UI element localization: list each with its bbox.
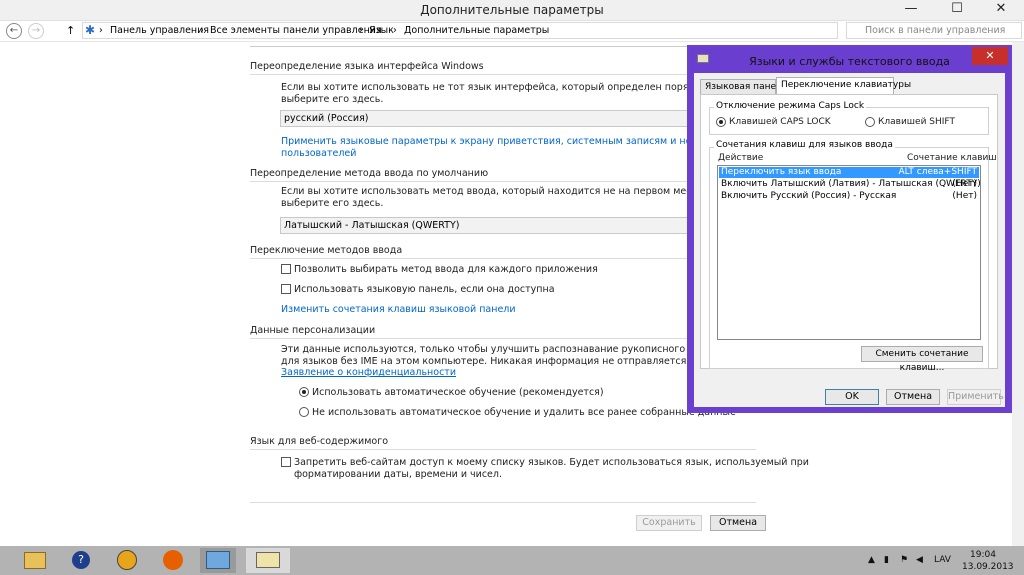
dialog-body: Языковая панель Переключение клавиатуры … [694, 73, 1005, 407]
window-title: Дополнительные параметры [420, 3, 604, 17]
back-button[interactable]: ← [6, 23, 22, 39]
divider [250, 181, 690, 182]
input-method-select[interactable]: Латышский - Латышская (QWERTY) [280, 217, 688, 234]
divider [250, 502, 756, 503]
breadcrumb-control-panel[interactable]: Панель управления [110, 25, 209, 36]
auto-learning-label: Использовать автоматическое обучение (ре… [312, 387, 604, 398]
divider [250, 449, 756, 450]
ui-override-desc-2: выберите его здесь. [281, 94, 384, 105]
privacy-link[interactable]: Заявление о конфиденциальности [281, 367, 456, 378]
col-keys-header: Сочетание клавиш [907, 153, 997, 163]
apply-welcome-link-2[interactable]: пользователей [281, 148, 356, 159]
window-titlebar: Дополнительные параметры — ☐ ✕ [0, 0, 1024, 21]
breadcrumb-all-items[interactable]: Все элементы панели управления [210, 25, 382, 36]
breadcrumb-separator: › [393, 25, 397, 36]
hotkey-keys: (Нет) [952, 179, 977, 189]
input-override-desc-2: выберите его здесь. [281, 198, 384, 209]
ui-language-select[interactable]: русский (Россия) [280, 110, 688, 127]
auto-learning-radio[interactable] [299, 387, 309, 397]
change-hotkey-button[interactable]: Сменить сочетание клавиш... [861, 346, 983, 373]
close-button[interactable]: ✕ [978, 0, 1024, 20]
globe-icon[interactable] [112, 548, 142, 573]
breadcrumb-separator: › [200, 25, 204, 36]
address-bar[interactable]: ✱ › Панель управления › Все элементы пан… [82, 22, 838, 39]
web-language-heading: Язык для веб-содержимого [250, 436, 389, 447]
shift-key-radio[interactable] [865, 117, 875, 127]
input-override-heading: Переопределение метода ввода по умолчани… [250, 168, 489, 179]
list-item[interactable]: Включить Русский (Россия) - Русская (Нет… [719, 191, 979, 202]
web-language-label-2: форматировании даты, времени и чисел. [294, 469, 502, 480]
divider [250, 338, 690, 339]
hotkey-action: Переключить язык ввода [721, 167, 842, 177]
breadcrumb-advanced[interactable]: Дополнительные параметры [404, 25, 549, 36]
personalization-heading: Данные персонализации [250, 325, 376, 336]
divider [250, 46, 690, 47]
divider [250, 258, 690, 259]
language-indicator[interactable]: LAV [934, 555, 951, 565]
language-bar-checkbox[interactable] [281, 284, 291, 294]
navigation-bar: ← → ↑ ✱ › Панель управления › Все элемен… [0, 21, 1024, 42]
maximize-button[interactable]: ☐ [934, 0, 980, 20]
change-hotkeys-link[interactable]: Изменить сочетания клавиш языковой панел… [281, 304, 516, 315]
up-button[interactable]: ↑ [66, 24, 75, 37]
hotkeys-list[interactable]: Переключить язык ввода ALT слева+SHIFT В… [717, 165, 981, 340]
hotkeys-group-label: Сочетания клавиш для языков ввода [714, 140, 895, 150]
taskbar: ? ▲ ▮ ⚑ ◀ LAV 19:04 13.09.2013 [0, 546, 1024, 575]
minimize-button[interactable]: — [888, 0, 934, 20]
col-action-header: Действие [718, 153, 764, 163]
hotkey-keys: ALT слева+SHIFT [898, 167, 977, 177]
scrollbar[interactable] [1012, 42, 1024, 546]
hotkey-action: Включить Латышский (Латвия) - Латышская … [721, 179, 981, 189]
breadcrumb-language[interactable]: Язык [369, 25, 394, 36]
tab-language-bar[interactable]: Языковая панель [700, 79, 787, 95]
per-app-input-label: Позволить выбирать метод ввода для каждо… [294, 264, 598, 275]
breadcrumb-separator: › [99, 25, 103, 36]
control-panel-icon: ✱ [85, 23, 96, 37]
firefox-icon[interactable] [158, 548, 188, 573]
network-icon[interactable]: ▮ [884, 555, 889, 565]
file-explorer-icon[interactable] [20, 548, 50, 573]
language-bar-label: Использовать языковую панель, если она д… [294, 284, 555, 295]
web-language-label: Запретить веб-сайтам доступ к моему спис… [294, 457, 809, 468]
dialog-close-button[interactable]: ✕ [972, 47, 1008, 65]
clock-date[interactable]: 13.09.2013 [962, 562, 1014, 572]
dialog-titlebar: Языки и службы текстового ввода ✕ [689, 47, 1010, 73]
capslock-key-label: Клавишей CAPS LOCK [729, 117, 831, 127]
web-language-checkbox[interactable] [281, 457, 291, 467]
shift-key-label: Клавишей SHIFT [878, 117, 955, 127]
apply-button[interactable]: Применить [947, 389, 1004, 405]
control-panel-taskbar-icon[interactable] [200, 548, 236, 573]
forward-button[interactable]: → [28, 23, 44, 39]
help-icon[interactable]: ? [66, 548, 96, 573]
dialog-title: Языки и службы текстового ввода [749, 55, 950, 68]
save-button[interactable]: Сохранить [636, 515, 702, 531]
list-item[interactable]: Переключить язык ввода ALT слева+SHIFT [719, 167, 979, 178]
capslock-key-radio[interactable] [716, 117, 726, 127]
hotkey-keys: (Нет) [952, 191, 977, 201]
divider [250, 74, 690, 75]
hotkey-action: Включить Русский (Россия) - Русская [721, 191, 897, 201]
tab-keyboard-switching[interactable]: Переключение клавиатуры [776, 77, 911, 95]
ok-button[interactable]: OK [825, 389, 879, 405]
capslock-group-label: Отключение режима Caps Lock [714, 101, 867, 111]
volume-icon[interactable]: ◀ [916, 555, 923, 565]
dialog-cancel-button[interactable]: Отмена [886, 389, 940, 405]
ui-override-heading: Переопределение языка интерфейса Windows [250, 61, 484, 72]
tray-chevron-icon[interactable]: ▲ [868, 555, 875, 565]
breadcrumb-separator: › [359, 25, 363, 36]
search-input[interactable]: Поиск в панели управления [846, 22, 1022, 39]
per-app-input-checkbox[interactable] [281, 264, 291, 274]
list-item[interactable]: Включить Латышский (Латвия) - Латышская … [719, 179, 981, 190]
no-auto-learning-label: Не использовать автоматическое обучение … [312, 407, 736, 418]
tab-panel: Отключение режима Caps Lock Клавишей CAP… [700, 94, 998, 373]
flag-icon[interactable]: ⚑ [900, 555, 908, 565]
switching-heading: Переключение методов ввода [250, 245, 403, 256]
keyboard-taskbar-icon[interactable] [246, 548, 290, 573]
no-auto-learning-radio[interactable] [299, 407, 309, 417]
text-services-dialog: Языки и службы текстового ввода ✕ Языков… [687, 45, 1012, 413]
clock-time[interactable]: 19:04 [970, 550, 996, 560]
cancel-button[interactable]: Отмена [710, 515, 766, 531]
